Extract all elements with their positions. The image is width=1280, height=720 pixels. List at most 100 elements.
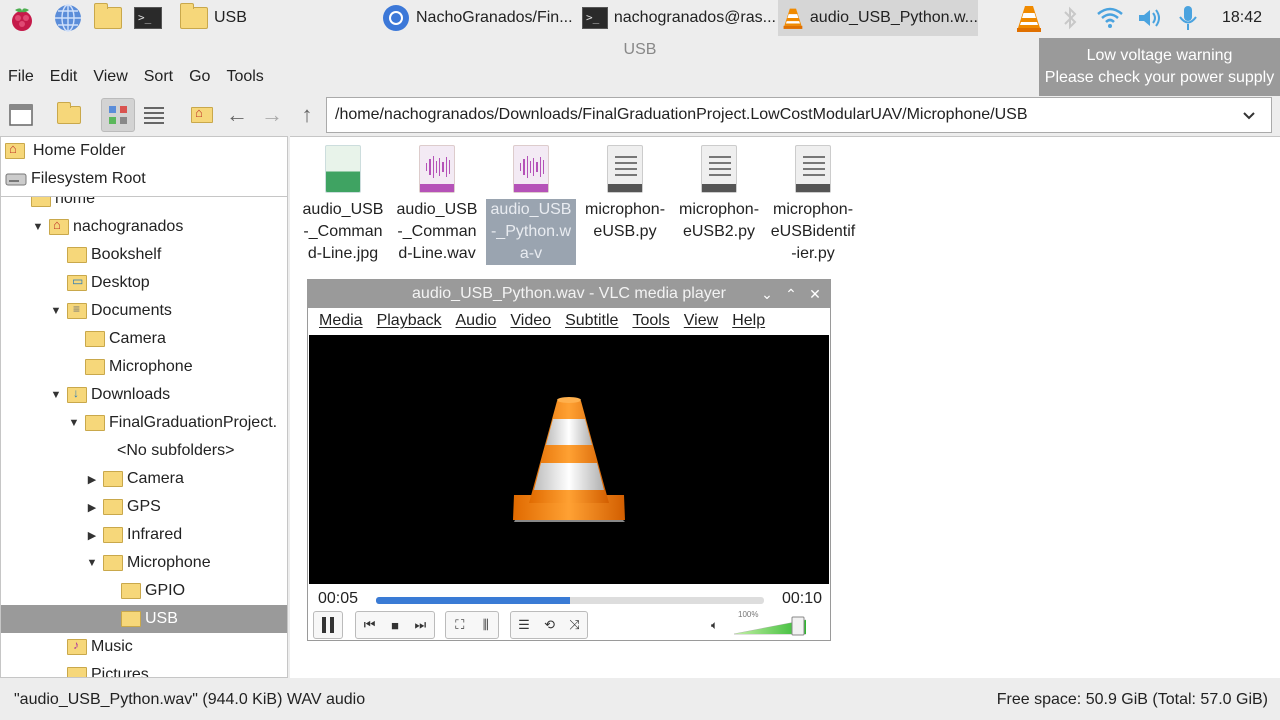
collapsed-arrow-icon[interactable]: ▶ [85,501,99,514]
tree-item[interactable]: Bookshelf [1,241,287,269]
tree-item[interactable]: Microphone [1,353,287,381]
loop-icon[interactable]: ⟲ [544,617,555,633]
file-manager-icon[interactable] [93,3,123,33]
file-item[interactable]: microphon-eUSB.py [580,143,670,243]
playlist-icon[interactable]: ☰ [518,617,530,633]
expanded-arrow-icon[interactable]: ▼ [67,417,81,429]
speaker-icon[interactable]: 🔈︎ [711,618,718,633]
vlc-menu-help[interactable]: Help [725,308,772,334]
time-total[interactable]: 00:10 [782,590,822,608]
vlc-menu-subtitle[interactable]: Subtitle [558,308,625,334]
menu-file[interactable]: File [0,66,42,92]
collapsed-arrow-icon[interactable]: ▶ [85,473,99,486]
clock[interactable]: 18:42 [1222,0,1262,36]
tree-item[interactable]: ▼ nachogranados [1,213,287,241]
menu-go[interactable]: Go [181,66,218,92]
volume-slider[interactable] [734,616,806,636]
terminal-icon[interactable]: >_ [133,3,163,33]
tree-item[interactable]: Music [1,633,287,661]
path-input[interactable]: /home/nachogranados/Downloads/FinalGradu… [326,97,1272,133]
tree-item[interactable]: ▶ GPS [1,493,287,521]
tree-item[interactable]: USB [1,605,287,633]
vlc-menu-media[interactable]: Media [312,308,370,334]
task-usb-folder[interactable]: USB [176,0,371,36]
web-browser-icon[interactable] [53,3,83,33]
menu-sort[interactable]: Sort [136,66,181,92]
tree-item-label: Microphone [127,554,211,571]
vlc-titlebar[interactable]: audio_USB_Python.wav - VLC media player … [308,280,830,308]
file-item[interactable]: audio_USB-_Command-Line.wav [392,143,482,265]
tree-item[interactable]: ▶ Infrared [1,521,287,549]
tree-item[interactable]: home [1,197,287,213]
previous-icon[interactable]: ⏮ [364,617,376,633]
next-icon[interactable]: ⏭ [415,617,427,633]
fullscreen-icon[interactable]: ⛶ [455,617,464,633]
expanded-arrow-icon[interactable]: ▼ [31,221,45,233]
expanded-arrow-icon[interactable]: ▼ [49,305,63,317]
vlc-video-area[interactable] [309,335,829,584]
chevron-down-icon[interactable] [1235,98,1263,132]
tree-item[interactable]: ▶ Camera [1,465,287,493]
tree-item[interactable]: ▼ FinalGraduationProject. [1,409,287,437]
maximize-icon[interactable]: ⌃ [780,280,802,308]
pause-button[interactable] [313,611,343,639]
task-vlc[interactable]: audio_USB_Python.w... [778,0,978,36]
task-terminal[interactable]: >_ nachogranados@ras... [578,0,776,36]
places-list: Home Folder Filesystem Root [1,137,287,197]
folder-icon [67,638,87,655]
path-text: /home/nachogranados/Downloads/FinalGradu… [335,106,1028,123]
menu-view[interactable]: View [85,66,135,92]
forward-arrow-icon[interactable]: → [255,98,289,132]
expanded-arrow-icon[interactable]: ▼ [85,557,99,569]
microphone-icon[interactable] [1173,3,1203,33]
raspberry-menu-icon[interactable] [7,3,37,33]
file-name: microphon-eUSBidentif-ier.py [770,201,856,262]
minimize-icon[interactable]: ⌄ [756,280,778,308]
tree-item[interactable]: Camera [1,325,287,353]
tree-item[interactable]: ▼ Documents [1,297,287,325]
tree-item[interactable]: ▼ Microphone [1,549,287,577]
vlc-menu-tools[interactable]: Tools [625,308,676,334]
tree-item[interactable]: Desktop [1,269,287,297]
tree-item[interactable]: <No subfolders> [1,437,287,465]
collapsed-arrow-icon[interactable]: ▶ [85,529,99,542]
tree-item-label: Bookshelf [91,246,162,263]
volume-icon[interactable] [1135,3,1165,33]
vlc-menu-view[interactable]: View [677,308,725,334]
task-label: USB [214,9,247,26]
menu-tools[interactable]: Tools [218,66,271,92]
task-chromium[interactable]: NachoGranados/Fin... [378,0,574,36]
folder-tree: home ▼ nachogranados Bookshelf Desktop ▼ Docum… [1,197,287,677]
home-icon[interactable] [185,98,219,132]
extended-settings-icon[interactable]: ⫼ [483,617,489,633]
close-icon[interactable]: ✕ [804,280,826,308]
place-home-folder[interactable]: Home Folder [1,137,287,165]
back-arrow-icon[interactable]: ← [220,98,254,132]
tree-item[interactable]: ▼ Downloads [1,381,287,409]
up-arrow-icon[interactable]: ↑ [290,98,324,132]
vlc-menu-playback[interactable]: Playback [370,308,449,334]
icon-view-icon[interactable] [101,98,135,132]
stop-icon[interactable]: ■ [391,618,399,633]
new-folder-icon[interactable] [52,98,86,132]
text-file-icon [701,145,737,193]
tree-item[interactable]: GPIO [1,577,287,605]
list-view-icon[interactable] [137,98,171,132]
vlc-tray-icon[interactable] [1014,3,1044,33]
expanded-arrow-icon[interactable]: ▼ [49,389,63,401]
new-window-icon[interactable] [4,98,38,132]
tree-item[interactable]: Pictures [1,661,287,677]
file-item[interactable]: microphon-eUSBidentif-ier.py [768,143,858,265]
file-item[interactable]: audio_USB-_Command-Line.jpg [298,143,388,265]
bluetooth-icon[interactable] [1055,3,1085,33]
shuffle-icon[interactable]: ⤨ [569,617,579,633]
file-item[interactable]: microphon-eUSB2.py [674,143,764,243]
vlc-menu-video[interactable]: Video [503,308,558,334]
seek-slider[interactable] [376,597,764,604]
menu-edit[interactable]: Edit [42,66,86,92]
wifi-icon[interactable] [1095,3,1125,33]
folder-icon [103,555,123,571]
vlc-menu-audio[interactable]: Audio [449,308,504,334]
file-item[interactable]: audio_USB-_Python.wa-v [486,143,576,265]
place-filesystem-root[interactable]: Filesystem Root [1,165,287,193]
